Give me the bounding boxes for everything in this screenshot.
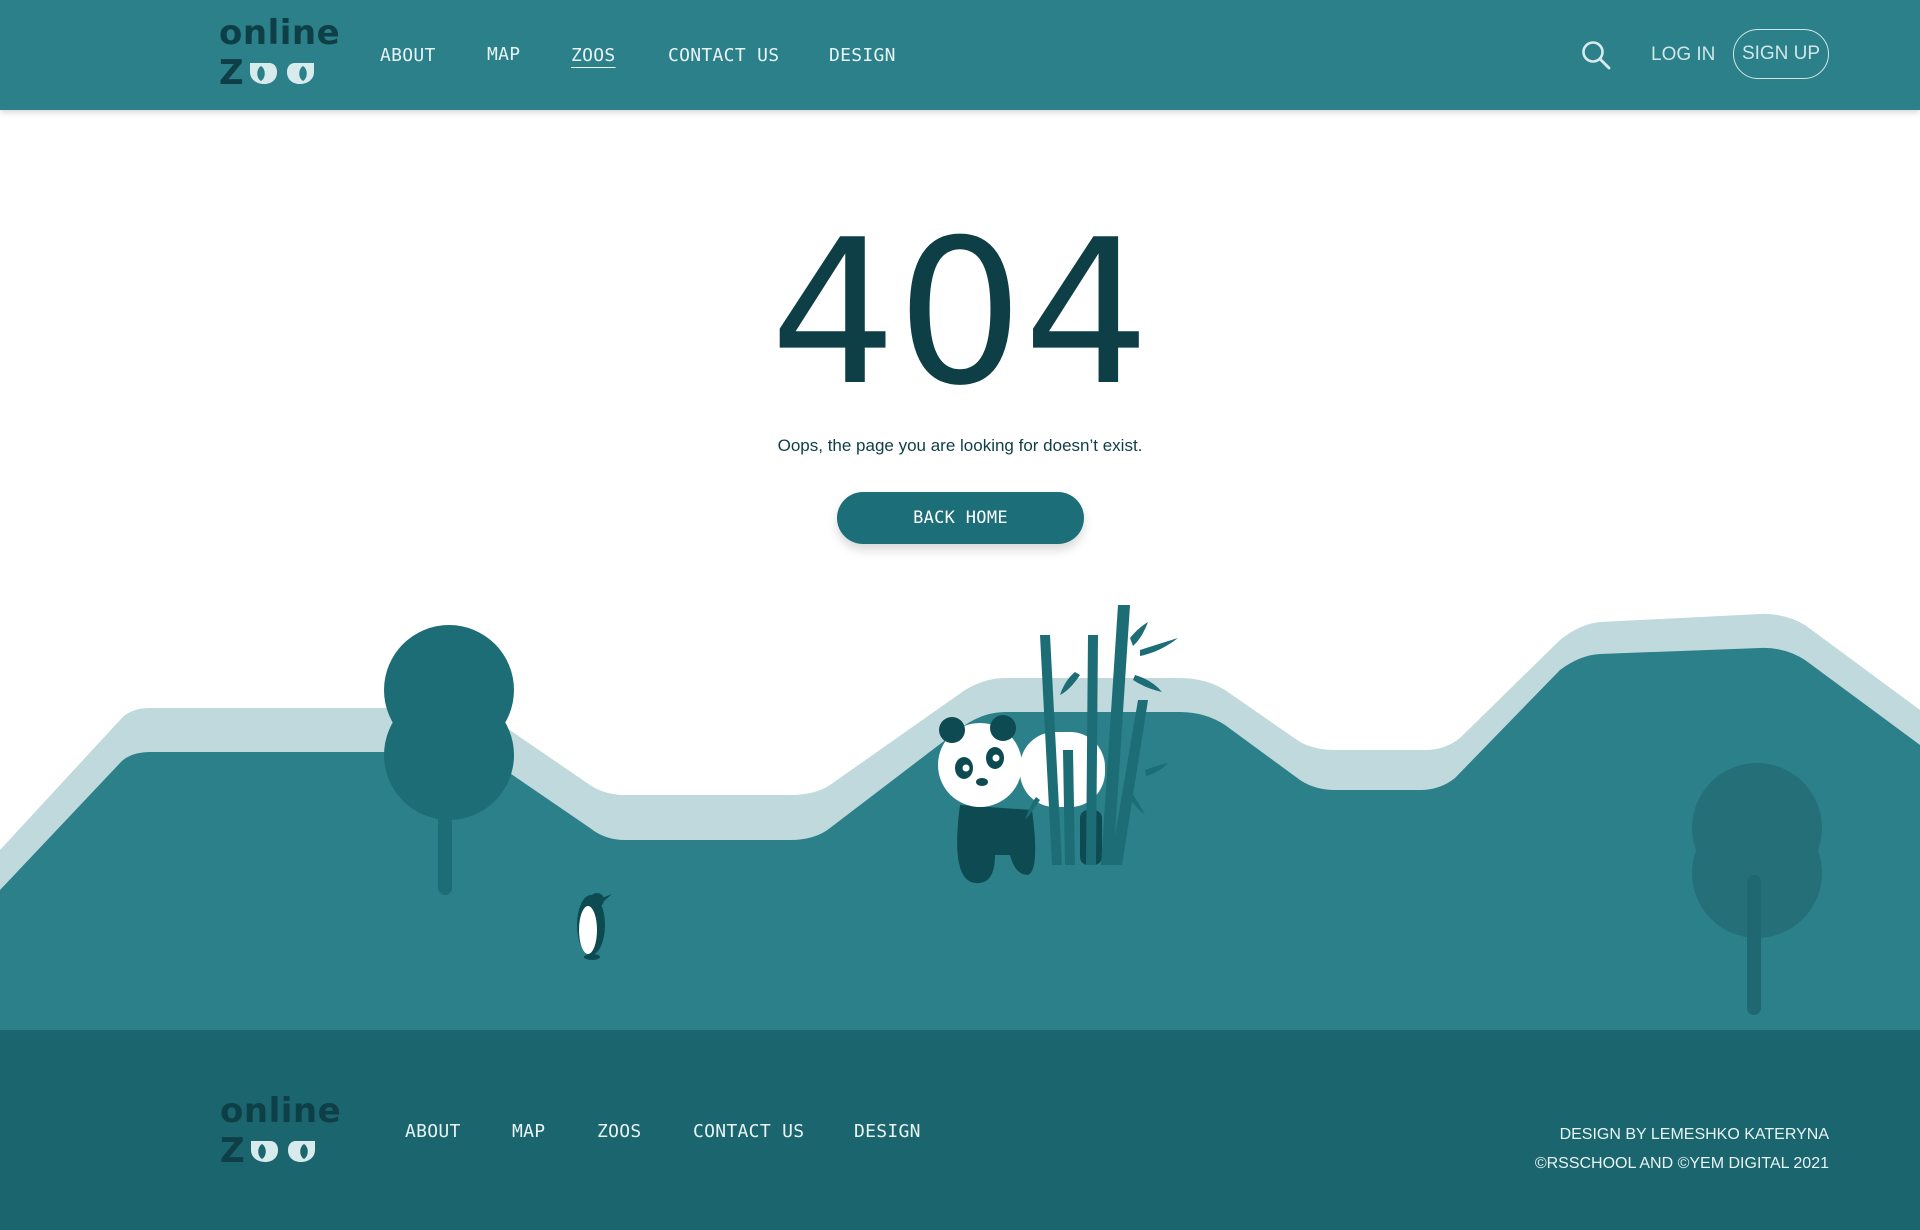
- logo[interactable]: online Z: [219, 16, 340, 96]
- nav-zoos[interactable]: ZOOS: [571, 45, 616, 66]
- error-message: Oops, the page you are looking for doesn…: [777, 436, 1143, 455]
- logo-z-letter: Z: [219, 53, 244, 93]
- logo-eye-icon: [250, 63, 277, 84]
- search-icon[interactable]: [1581, 40, 1611, 70]
- footer-logo-word: online: [220, 1091, 342, 1131]
- nav-map[interactable]: MAP: [487, 44, 520, 65]
- footer-credit-design: DESIGN BY LEMESHKO KATERYNA: [1559, 1126, 1829, 1143]
- logo-eye-icon: [287, 63, 314, 84]
- footer-nav-contact-us[interactable]: CONTACT US: [693, 1121, 804, 1142]
- nav-contact-us[interactable]: CONTACT US: [668, 45, 779, 66]
- footer-copyright: ©RSSCHOOL AND ©YEM DIGITAL 2021: [1534, 1155, 1829, 1172]
- error-code: 404: [770, 222, 1150, 402]
- footer-nav-zoos[interactable]: ZOOS: [597, 1121, 642, 1142]
- site-header: online Z ABOUT MAP ZOOS CONTACT US DESIG…: [0, 0, 1920, 110]
- landscape-illustration: [0, 605, 1920, 1030]
- logo-zoo-mark: Z: [219, 56, 329, 90]
- error-code-text: 404: [770, 222, 1150, 402]
- login-link[interactable]: LOG IN: [1651, 44, 1715, 66]
- footer-nav-about[interactable]: ABOUT: [405, 1121, 461, 1142]
- signup-button[interactable]: SIGN UP: [1733, 29, 1829, 79]
- footer-logo-eye-icon: [251, 1141, 278, 1162]
- footer-logo[interactable]: online Z: [220, 1094, 341, 1174]
- back-home-button[interactable]: BACK HOME: [837, 492, 1084, 544]
- logo-word: online: [219, 13, 341, 53]
- nav-design[interactable]: DESIGN: [829, 45, 896, 66]
- footer-logo-z-letter: Z: [220, 1131, 245, 1171]
- footer-nav-map[interactable]: MAP: [512, 1121, 545, 1142]
- footer-nav-design[interactable]: DESIGN: [854, 1121, 921, 1142]
- footer-logo-zoo-mark: Z: [220, 1134, 330, 1168]
- footer-logo-eye-icon: [288, 1141, 315, 1162]
- nav-about[interactable]: ABOUT: [380, 45, 436, 66]
